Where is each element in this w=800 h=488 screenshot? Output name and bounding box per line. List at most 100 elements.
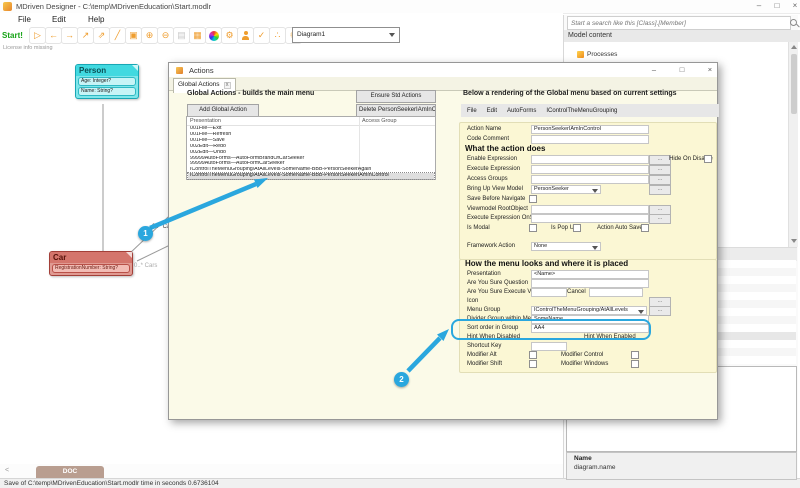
document-tab-row: < DOC	[0, 464, 563, 478]
are-you-sure-execute-verb-input[interactable]	[531, 288, 567, 297]
action-name-input[interactable]: PersonSeekerIAmInControl	[531, 125, 649, 134]
is-pop-up-checkbox[interactable]	[573, 224, 581, 232]
rendered-menu-file[interactable]: File	[467, 108, 477, 114]
bring-up-view-model-select[interactable]: PersonSeeker	[531, 185, 601, 194]
enable-expression-ellipsis-button[interactable]: ...	[649, 155, 671, 165]
label-presentation: Presentation	[467, 271, 501, 277]
tab-doc[interactable]: DOC	[36, 466, 104, 478]
scrollbar-thumb[interactable]	[790, 54, 797, 114]
tree-scrollbar[interactable]	[788, 42, 798, 247]
class-box-car[interactable]: Car RegistrationNumber: String?	[49, 251, 133, 276]
access-groups-ellipsis-button[interactable]: ...	[649, 175, 671, 185]
rendered-menu-grouping[interactable]: IControlTheMenuGrouping	[546, 108, 617, 114]
rendering-heading: Below a rendering of the Global menu bas…	[463, 90, 677, 97]
toolbar-button-play[interactable]: ▷	[29, 27, 46, 44]
shortcut-key-input[interactable]	[531, 342, 567, 351]
modifier-control-checkbox[interactable]	[631, 351, 639, 359]
toolbar-button-line[interactable]: ╱	[109, 27, 126, 44]
menu-file[interactable]: File	[18, 15, 31, 24]
action-auto-saves-checkbox[interactable]	[641, 224, 649, 232]
modifier-shift-checkbox[interactable]	[529, 360, 537, 368]
scroll-up-icon[interactable]	[790, 45, 797, 49]
toolbar-button-pointer-line[interactable]: ⇗	[93, 27, 110, 44]
toolbar-button-grid[interactable]: ▤	[173, 27, 190, 44]
toolbar-button-forward[interactable]: →	[61, 27, 78, 44]
execute-onshow-ellipsis-button[interactable]: ...	[649, 214, 671, 224]
column-presentation[interactable]: Presentation	[190, 118, 221, 124]
toolbar-button-layout[interactable]: ∴	[269, 27, 286, 44]
dialog-minimize-button[interactable]: –	[647, 65, 661, 74]
name-property-panel: Name diagram.name	[566, 452, 797, 480]
access-groups-input[interactable]	[531, 175, 649, 184]
search-input[interactable]	[567, 16, 791, 30]
property-value[interactable]: diagram.name	[574, 464, 616, 471]
toolbar-button-colors[interactable]	[205, 27, 222, 44]
close-button[interactable]: ×	[788, 1, 800, 10]
hide-on-disable-checkbox[interactable]	[704, 155, 712, 163]
enable-expression-input[interactable]	[531, 155, 649, 164]
label-menu-group: Menu Group	[467, 307, 501, 313]
scroll-down-icon[interactable]	[790, 239, 797, 243]
label-are-you-sure-question: Are You Sure Question	[467, 280, 529, 286]
framework-action-select[interactable]: None	[531, 242, 601, 251]
presentation-input[interactable]: <Name>	[531, 270, 649, 279]
diagram-selector[interactable]: Diagram1	[292, 27, 400, 43]
execute-expression-onshow-input[interactable]	[531, 214, 649, 223]
is-modal-checkbox[interactable]	[529, 224, 537, 232]
dialog-title: Actions	[189, 66, 214, 75]
dialog-titlebar[interactable]: Actions – □ ×	[169, 63, 717, 78]
person-icon	[242, 31, 249, 40]
cancel-verb-input[interactable]	[589, 288, 643, 297]
menu-edit[interactable]: Edit	[52, 15, 66, 24]
modifier-windows-checkbox[interactable]	[631, 360, 639, 368]
execute-expression-input[interactable]	[531, 165, 649, 174]
label-cancel: Cancel	[567, 289, 586, 295]
modifier-alt-checkbox[interactable]	[529, 351, 537, 359]
menu-help[interactable]: Help	[88, 15, 104, 24]
toolbar-button-copy[interactable]: ▦	[189, 27, 206, 44]
rendered-menu-autoforms[interactable]: AutoForms	[507, 108, 536, 114]
app-icon	[3, 2, 12, 11]
execute-expression-ellipsis-button[interactable]: ...	[649, 165, 671, 175]
label-execute-expression: Execute Expression	[467, 166, 521, 172]
toolbar-button-settings[interactable]: ⚙	[221, 27, 238, 44]
tab-close-icon[interactable]: x	[223, 82, 231, 89]
menu-group-select[interactable]: IControlTheMenuGrouping/AtAllLevels	[531, 306, 647, 315]
toolbar-button-zoom-out[interactable]: ⊖	[157, 27, 174, 44]
toolbar-button-pointer[interactable]: ↗	[77, 27, 94, 44]
toolbar-button-screen[interactable]: ▣	[125, 27, 142, 44]
main-toolbar: Start! ▷ ← → ↗ ⇗ ╱ ▣ ⊕ ⊖ ▤ ▦ ⚙ ✓ ∴ ⚙ Dia…	[0, 26, 563, 44]
are-you-sure-question-input[interactable]	[531, 279, 649, 288]
maximize-button[interactable]: □	[770, 1, 784, 10]
dialog-close-button[interactable]: ×	[703, 65, 717, 74]
bring-up-ellipsis-button[interactable]: ...	[649, 185, 671, 195]
property-title: Name	[574, 455, 592, 462]
car-attribute-registration[interactable]: RegistrationNumber: String?	[52, 264, 130, 273]
actions-dialog: Actions – □ × Global Actions x Global Act…	[168, 62, 719, 420]
start-button[interactable]: Start!	[2, 31, 23, 40]
label-action-auto-saves: Action Auto Saves	[597, 225, 646, 231]
column-access-group[interactable]: Access Group	[362, 118, 397, 124]
window-title: MDriven Designer - C:\temp\MDrivenEducat…	[16, 2, 212, 11]
save-before-navigate-checkbox[interactable]	[529, 195, 537, 203]
global-actions-list[interactable]: Presentation Access Group 001File—Exit 0…	[186, 116, 436, 181]
chevron-down-icon	[638, 309, 644, 314]
code-comment-input[interactable]	[531, 135, 649, 144]
class-box-person[interactable]: Person Age: Integer? Name: String?	[75, 64, 139, 99]
minimize-button[interactable]: –	[752, 1, 766, 10]
toolbar-button-validate[interactable]: ✓	[253, 27, 270, 44]
validate-check-icon: ✓	[257, 30, 266, 40]
tab-scroll-left-button[interactable]: <	[5, 467, 9, 474]
section-heading-looks: How the menu looks and where it is place…	[465, 259, 629, 268]
person-attribute-name[interactable]: Name: String?	[78, 87, 136, 96]
ensure-std-actions-button[interactable]: Ensure Std Actions	[356, 90, 436, 103]
person-attribute-age[interactable]: Age: Integer?	[78, 77, 136, 86]
rendered-menu-edit[interactable]: Edit	[487, 108, 497, 114]
toolbar-button-person[interactable]	[237, 27, 254, 44]
viewmodel-rootobject-input[interactable]	[531, 205, 649, 214]
list-item-selected[interactable]: IControlTheMenuGrouping/AtAllLevels-Some…	[187, 172, 435, 181]
menu-group-ellipsis-button[interactable]: ...	[649, 306, 671, 316]
toolbar-button-back[interactable]: ←	[45, 27, 62, 44]
dialog-maximize-button[interactable]: □	[675, 65, 689, 74]
toolbar-button-zoom-in[interactable]: ⊕	[141, 27, 158, 44]
